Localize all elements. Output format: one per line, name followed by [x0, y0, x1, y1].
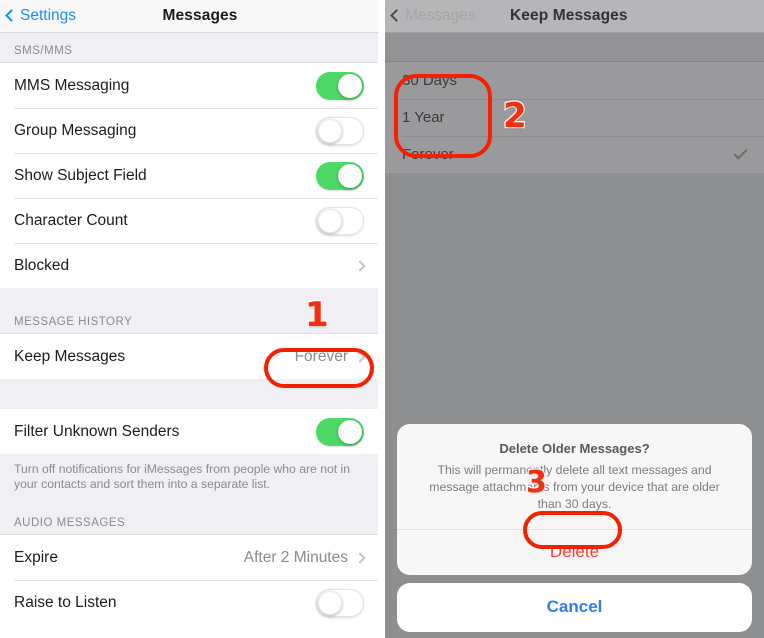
row-label: Show Subject Field — [14, 166, 147, 184]
option-forever[interactable]: Forever — [385, 136, 764, 173]
row-value-expire: After 2 Minutes — [243, 548, 348, 566]
section-header-audio-messages: AUDIO MESSAGES — [0, 502, 378, 535]
row-raise-to-listen[interactable]: Raise to Listen — [0, 580, 378, 625]
row-label: Group Messaging — [14, 121, 137, 139]
chevron-left-icon — [390, 9, 403, 22]
left-navigation-bar: Settings Messages — [0, 0, 378, 33]
row-label: Filter Unknown Senders — [14, 422, 180, 440]
toggle-knob — [318, 590, 342, 615]
row-label: Blocked — [14, 256, 70, 274]
toggle-knob — [318, 208, 342, 233]
row-expire[interactable]: Expire After 2 Minutes — [0, 535, 378, 580]
row-label: Character Count — [14, 211, 128, 229]
toggle-knob — [338, 419, 362, 444]
toggle-raise-to-listen[interactable] — [316, 588, 364, 617]
sms-mms-list: MMS Messaging Group Messaging Show Subje… — [0, 63, 378, 288]
toggle-mms-messaging[interactable] — [316, 71, 364, 100]
annotation-step-3: 3 — [525, 465, 548, 500]
option-1-year[interactable]: 1 Year — [385, 99, 764, 136]
cancel-button[interactable]: Cancel — [397, 583, 752, 632]
option-30-days[interactable]: 30 Days — [385, 62, 764, 99]
right-navigation-bar: Messages Keep Messages — [385, 0, 764, 33]
row-blocked[interactable]: Blocked — [0, 243, 378, 288]
back-button-label: Settings — [20, 7, 77, 24]
row-label: Keep Messages — [14, 347, 126, 365]
back-to-settings-button[interactable]: Settings — [5, 7, 77, 25]
dimmed-backdrop[interactable] — [385, 173, 764, 433]
keep-messages-screen: Messages Keep Messages 30 Days 1 Year Fo… — [385, 0, 764, 638]
toggle-knob — [318, 118, 342, 143]
screenshot-root: Settings Messages SMS/MMS MMS Messaging … — [0, 0, 764, 638]
toggle-group-messaging[interactable] — [316, 116, 364, 145]
option-label: 30 Days — [402, 72, 458, 89]
section-header-label: SMS/MMS — [14, 45, 73, 57]
keep-messages-top-spacer — [385, 33, 764, 62]
toggle-character-count[interactable] — [316, 206, 364, 235]
panel-divider — [378, 0, 385, 638]
row-mms-messaging[interactable]: MMS Messaging — [0, 63, 378, 108]
row-keep-messages[interactable]: Keep Messages Forever — [0, 334, 378, 379]
keep-messages-options-list: 30 Days 1 Year Forever — [385, 62, 764, 173]
audio-messages-list: Expire After 2 Minutes Raise to Listen — [0, 535, 378, 625]
row-filter-unknown-senders[interactable]: Filter Unknown Senders — [0, 409, 378, 454]
row-label: Raise to Listen — [14, 593, 117, 611]
delete-button[interactable]: Delete — [397, 530, 752, 575]
filter-list: Filter Unknown Senders — [0, 409, 378, 454]
row-group-messaging[interactable]: Group Messaging — [0, 108, 378, 153]
back-button-label: Messages — [405, 7, 476, 24]
toggle-knob — [338, 73, 362, 98]
option-label: Forever — [402, 146, 454, 163]
checkmark-icon — [733, 145, 748, 160]
section-spacer — [0, 379, 378, 409]
toggle-show-subject-field[interactable] — [316, 161, 364, 190]
row-character-count[interactable]: Character Count — [0, 198, 378, 243]
row-value-keep-messages: Forever — [294, 347, 348, 365]
filter-unknown-senders-note: Turn off notifications for iMessages fro… — [0, 454, 378, 502]
toggle-filter-unknown-senders[interactable] — [316, 417, 364, 446]
alert-panel: Delete Older Messages? This will permane… — [397, 424, 752, 575]
chevron-right-icon — [354, 551, 366, 564]
row-show-subject-field[interactable]: Show Subject Field — [0, 153, 378, 198]
section-header-label: AUDIO MESSAGES — [14, 517, 126, 529]
chevron-left-icon — [5, 9, 18, 22]
back-to-messages-button[interactable]: Messages — [390, 7, 476, 25]
messages-settings-screen: Settings Messages SMS/MMS MMS Messaging … — [0, 0, 378, 638]
section-header-sms-mms: SMS/MMS — [0, 33, 378, 63]
delete-older-messages-alert: Delete Older Messages? This will permane… — [397, 424, 752, 632]
annotation-step-2: 2 — [502, 96, 528, 136]
chevron-right-icon — [354, 350, 366, 363]
chevron-right-icon — [354, 259, 366, 272]
alert-title: Delete Older Messages? — [499, 441, 650, 456]
alert-message: This will permanently delete all text me… — [429, 463, 720, 511]
option-label: 1 Year — [402, 109, 445, 126]
section-header-label: MESSAGE HISTORY — [14, 316, 133, 328]
annotation-step-1: 1 — [304, 295, 330, 335]
row-label: MMS Messaging — [14, 76, 130, 94]
message-history-list: Keep Messages Forever — [0, 334, 378, 379]
toggle-knob — [338, 163, 362, 188]
row-label: Expire — [14, 548, 58, 566]
right-page-title: Keep Messages — [510, 7, 628, 24]
